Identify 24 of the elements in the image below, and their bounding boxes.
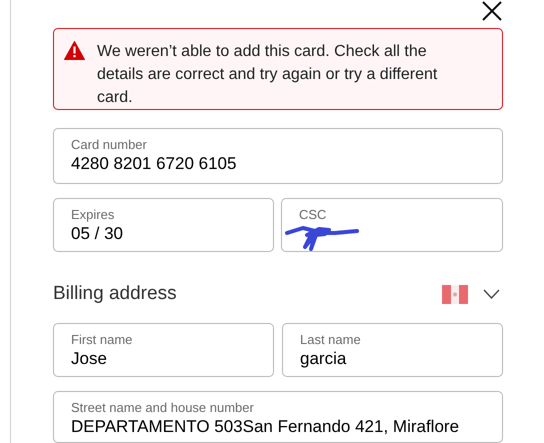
field-value: Jose xyxy=(71,348,108,370)
field-label: Card number xyxy=(71,137,148,153)
field-label: CSC xyxy=(299,207,328,223)
text-field[interactable]: Last name garcia xyxy=(282,323,503,377)
field-label: Last name xyxy=(300,332,362,348)
field-label: Expires xyxy=(71,207,116,223)
text-field[interactable]: Expires 05 / 30 xyxy=(53,198,274,252)
field-value: garcia xyxy=(300,348,348,370)
field-value: DEPARTAMENTO 503San Fernando 421, Miraflore xyxy=(71,416,460,438)
error-message: We weren’t able to add this card. Check all the details are correct and try again or try a different card. xyxy=(97,42,438,108)
text-field[interactable]: CSC xyxy=(281,198,503,252)
text-field[interactable]: Card number 4280 8201 6720 6105 xyxy=(53,128,503,184)
text-field[interactable]: Street name and house number DEPARTAMENTO 503San Fernando 421, Miraflore xyxy=(53,391,503,443)
billing-address-heading: Billing address xyxy=(53,282,177,306)
field-value: 05 / 30 xyxy=(71,223,124,245)
close-button[interactable] xyxy=(480,0,504,22)
close-icon xyxy=(482,1,502,21)
text-field[interactable]: First name Jose xyxy=(53,323,274,377)
flag-icon xyxy=(442,284,468,304)
field-label: Street name and house number xyxy=(71,400,255,416)
chevron-icon xyxy=(482,289,500,299)
warning-icon xyxy=(64,41,85,60)
field-value: 4280 8201 6720 6105 xyxy=(71,153,238,175)
field-label: First name xyxy=(71,332,134,348)
